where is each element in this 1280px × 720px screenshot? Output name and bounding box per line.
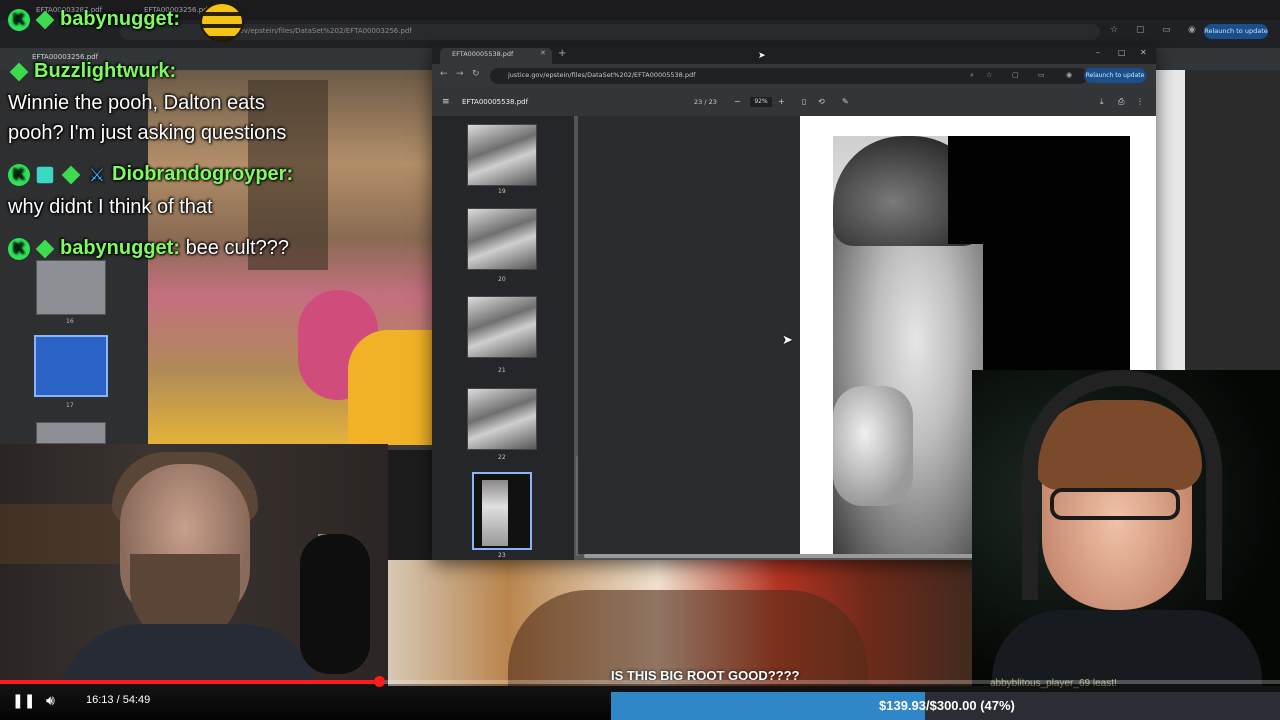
maximize-icon[interactable]: □ [1118,48,1126,57]
fit-page-icon[interactable]: ▯ [802,97,806,106]
chat-username: babynugget: [60,237,180,259]
playback-time: 16:13 / 54:49 [86,694,151,706]
more-options-icon[interactable]: ⋮ [1136,97,1144,106]
chat-text: bee cult??? [185,237,289,259]
window-icon[interactable]: ▭ [1038,71,1045,79]
extensions-icon[interactable]: ▢ [1012,71,1019,79]
stream-frame: EFTA00003287.pdf EFTA00003256.pdf justic… [0,0,1280,720]
url-text: justice.gov/epstein/files/DataSet%202/EF… [508,71,696,79]
profile-icon[interactable]: ◉ [1188,25,1196,35]
tab-title: EFTA00005538.pdf [452,50,514,58]
close-tab-icon[interactable]: ✕ [540,49,546,57]
chat-overlay: Kbabynugget: Buzzlightwurk: Winnie the p… [0,0,440,290]
menu-icon[interactable]: ≡ [442,97,450,107]
kick-badge-icon: K [8,237,30,260]
profile-icon[interactable]: ◉ [1066,71,1072,79]
window-icon[interactable]: ▭ [1162,25,1171,35]
gift-badge-icon [36,166,54,183]
pdf-filename: EFTA00005538.pdf [462,98,529,106]
background-thumbnail-selected[interactable] [34,335,108,397]
chat-message: Buzzlightwurk: [8,60,176,83]
background-thumbnail-number: 17 [66,402,74,409]
guest-webcam [972,370,1280,686]
progress-knob[interactable] [374,676,385,687]
chat-username: Buzzlightwurk: [34,60,177,82]
background-relaunch-button[interactable]: Relaunch to update [1204,24,1268,39]
chat-text: pooh? I'm just asking questions [8,122,287,144]
relaunch-button[interactable]: Relaunch to update [1084,68,1146,83]
thumbnail-sidebar: 19 20 21 22 23 [432,116,574,560]
page-thumbnail[interactable] [467,388,537,450]
donation-goal-text: $139.93/$300.00 (47%) [879,698,1015,713]
pdf-page-margin [578,116,800,554]
sub-badge-icon [35,239,55,259]
mouse-cursor-icon: ➤ [758,51,766,61]
close-window-icon[interactable]: ✕ [1140,48,1147,57]
donation-goal-fill [611,692,925,720]
search-icon[interactable]: ⌕ [970,71,974,80]
volume-icon[interactable]: 🔊︎ [46,692,66,710]
sword-badge-icon: ⚔ [88,164,106,185]
progress-fill [0,680,379,684]
horizontal-scrollbar[interactable] [584,554,986,558]
background-thumbnail[interactable] [36,422,106,444]
streamer-webcam [0,444,388,684]
chat-username: Diobrandogroyper: [112,163,294,185]
sub-badge-icon [35,10,55,30]
print-icon[interactable]: ⎙ [1118,97,1124,107]
page-thumbnail[interactable] [467,296,537,358]
page-indicator[interactable]: 23 / 23 [694,98,717,106]
thumbnail-number: 20 [498,276,506,283]
star-icon[interactable]: ☆ [986,71,992,79]
download-icon[interactable]: ⤓ [1100,97,1104,107]
new-tab-icon[interactable]: + [558,48,566,59]
chat-message: K ⚔ Diobrandogroyper: [8,163,293,186]
background-thumbnail-number: 16 [66,318,74,325]
annotate-icon[interactable]: ✎ [842,97,849,106]
pdf-toolbar [432,88,1156,116]
bee-emote-icon [200,2,244,42]
zoom-out-icon[interactable]: − [734,97,741,106]
extensions-icon[interactable]: ▢ [1136,25,1145,35]
thumbnail-number: 21 [498,367,506,374]
page-thumbnail[interactable] [467,124,537,186]
chat-text: why didnt I think of that [8,196,213,218]
zoom-in-icon[interactable]: + [778,97,785,106]
page-thumbnail[interactable] [467,208,537,270]
forward-icon[interactable]: → [456,69,464,79]
zoom-level[interactable]: 92% [750,97,772,107]
sub-badge-icon [9,62,29,82]
minimize-icon[interactable]: – [1096,48,1100,57]
pause-icon[interactable]: ❚❚ [12,692,35,710]
thumbnail-number: 22 [498,454,506,461]
chat-username: babynugget: [60,8,180,30]
chat-message: Kbabynugget: [8,8,180,31]
page-thumbnail-current[interactable] [472,472,532,550]
chat-text: Winnie the pooh, Dalton eats [8,92,265,114]
kick-badge-icon: K [8,163,30,186]
chat-message: Kbabynugget: bee cult??? [8,237,289,260]
kick-badge-icon: K [8,8,30,31]
reload-icon[interactable]: ↻ [472,69,480,79]
thumbnail-number: 19 [498,188,506,195]
mouse-cursor-icon: ➤ [782,333,793,348]
sub-badge-icon [61,165,81,185]
rotate-icon[interactable]: ⟲ [818,97,825,106]
thumbnail-number: 23 [498,552,506,559]
back-icon[interactable]: ← [440,69,448,79]
star-icon[interactable]: ☆ [1110,25,1118,35]
